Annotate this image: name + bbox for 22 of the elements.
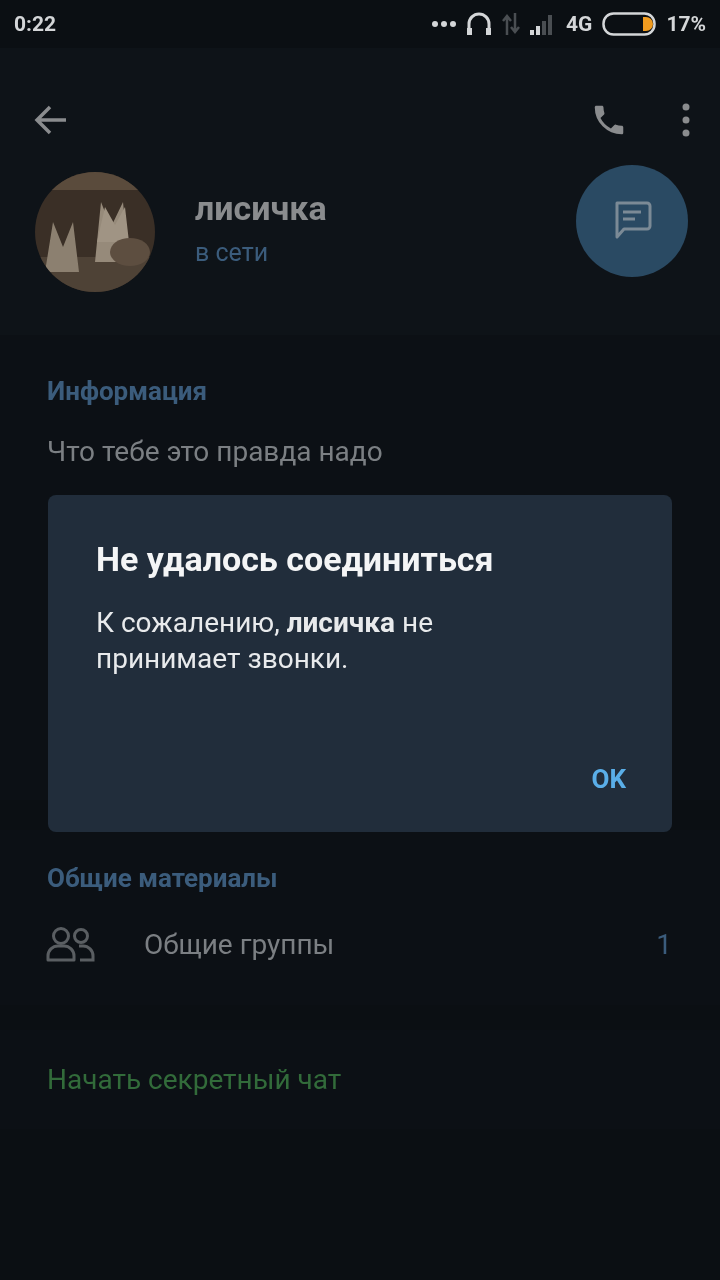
contact-name: лисичка bbox=[195, 188, 327, 228]
headphones-icon bbox=[466, 11, 492, 37]
people-icon bbox=[46, 926, 96, 962]
online-status: в сети bbox=[195, 238, 270, 267]
row-label: Общие группы bbox=[144, 927, 336, 961]
ok-button[interactable]: OK bbox=[577, 758, 640, 800]
battery-icon bbox=[602, 12, 657, 36]
section-header: Общие материалы bbox=[46, 862, 279, 894]
data-arrows-icon bbox=[502, 13, 520, 35]
bio-text: Что тебе это правда надо bbox=[47, 435, 384, 469]
groups-row[interactable]: Общие группы 1 bbox=[0, 904, 720, 984]
clock-time: 0:22 bbox=[14, 12, 57, 36]
group-count: 1 bbox=[656, 927, 672, 961]
dialog-title: Не удалось соединиться bbox=[96, 538, 495, 581]
dialog-message: К сожалению, лисичка не принимает звонки. bbox=[96, 605, 434, 677]
section-header: Информация bbox=[47, 375, 208, 407]
network-type: 4G bbox=[566, 12, 593, 36]
more-vertical-icon bbox=[682, 103, 690, 137]
more-dots-icon bbox=[432, 20, 456, 28]
back-arrow-icon bbox=[34, 105, 68, 135]
battery-percent: 17% bbox=[666, 12, 706, 36]
secret-chat-button[interactable]: Начать секретный чат bbox=[47, 1030, 342, 1129]
